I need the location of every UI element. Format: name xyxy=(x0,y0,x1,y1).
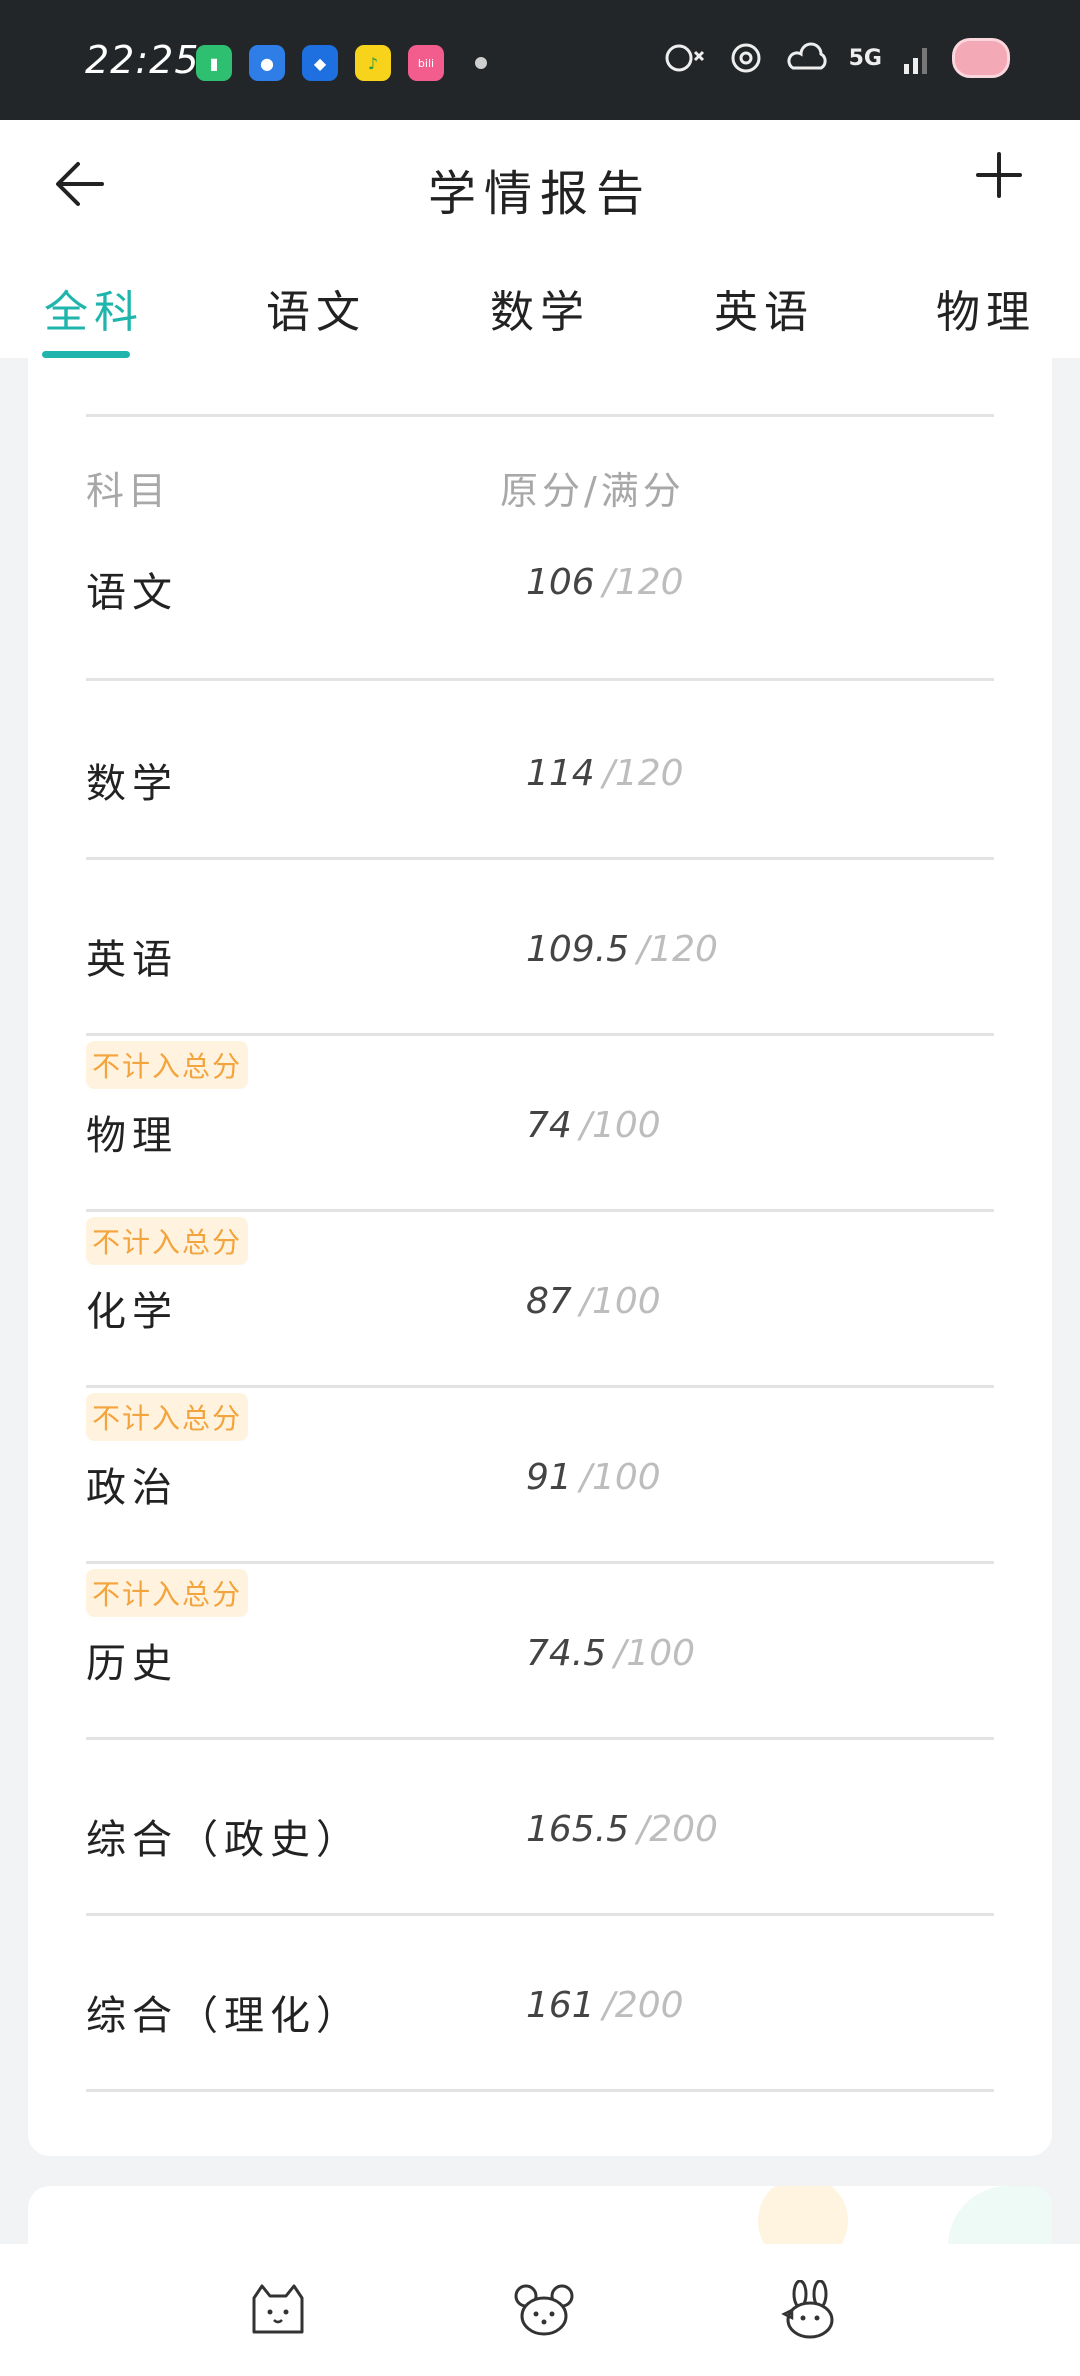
raw-score: 91 xyxy=(526,1457,572,1498)
full-score: /200 xyxy=(637,1809,718,1850)
tab-english[interactable]: 英语 xyxy=(714,276,814,340)
table-row: 语文 106/120 xyxy=(86,358,994,681)
active-tab-indicator xyxy=(42,351,130,358)
raw-score: 106 xyxy=(526,562,595,603)
mouse-face-icon[interactable] xyxy=(512,2280,576,2340)
score-value: 161/200 xyxy=(526,1985,684,2026)
raw-score: 109.5 xyxy=(526,929,630,970)
network-type: 5G xyxy=(848,45,882,71)
score-value: 91/100 xyxy=(526,1457,661,1498)
tab-math[interactable]: 数学 xyxy=(490,276,590,340)
score-value: 106/120 xyxy=(526,562,684,603)
subject-name: 政治 xyxy=(86,1465,178,1511)
full-score: /100 xyxy=(579,1281,661,1322)
full-score: /120 xyxy=(637,929,718,970)
more-notifications-dot xyxy=(475,57,487,69)
decorative-circle xyxy=(758,2186,848,2246)
bunny-face-icon[interactable] xyxy=(778,2280,842,2340)
table-row: 英语 109.5/120 xyxy=(86,857,994,1036)
battery-app-icon: ▮ xyxy=(196,45,232,81)
subject-name: 英语 xyxy=(86,937,178,983)
settings-ring-icon xyxy=(731,43,761,73)
excluded-badge: 不计入总分 xyxy=(86,1569,249,1617)
excluded-badge: 不计入总分 xyxy=(86,1041,249,1089)
full-score: /100 xyxy=(579,1105,661,1146)
score-value: 109.5/120 xyxy=(526,929,718,970)
status-bar: 22:25 ▮ ● ◆ ♪ bili 5G xyxy=(0,0,1080,120)
health-app-icon: ● xyxy=(249,45,285,81)
raw-score: 74.5 xyxy=(526,1633,607,1674)
table-row: 不计入总分 政治 91/100 xyxy=(86,1385,994,1564)
app-header: 学情报告 xyxy=(0,120,1080,247)
full-score: /100 xyxy=(579,1457,661,1498)
notification-app-icons: ▮ ● ◆ ♪ bili xyxy=(196,45,487,81)
table-row: 不计入总分 化学 87/100 xyxy=(86,1209,994,1388)
tab-physics[interactable]: 物理 xyxy=(936,276,1036,340)
subject-tabs: 全科 语文 数学 英语 物理 xyxy=(0,246,1080,358)
table-row: 不计入总分 历史 74.5/100 xyxy=(86,1561,994,1740)
decorative-shape xyxy=(948,2186,1052,2246)
full-score: /120 xyxy=(602,753,684,794)
security-app-icon: ◆ xyxy=(302,45,338,81)
table-row: 综合（理化） 161/200 xyxy=(86,1913,994,2092)
raw-score: 165.5 xyxy=(526,1809,630,1850)
table-row: 数学 114/120 xyxy=(86,681,994,860)
pig-avatar-icon xyxy=(952,38,1010,78)
raw-score: 74 xyxy=(526,1105,572,1146)
subject-name: 历史 xyxy=(86,1641,178,1687)
subject-name: 综合（政史） xyxy=(86,1817,362,1863)
status-time: 22:25 xyxy=(85,38,200,82)
table-row: 不计入总分 物理 74/100 xyxy=(86,1033,994,1212)
full-score: /120 xyxy=(602,562,684,603)
bottom-navigation xyxy=(0,2244,1080,2376)
next-card xyxy=(28,2186,1052,2246)
score-value: 74/100 xyxy=(526,1105,661,1146)
bilibili-app-icon: bili xyxy=(408,45,444,81)
signal-icon xyxy=(904,48,927,74)
system-icons: 5G xyxy=(663,38,1010,78)
subject-name: 综合（理化） xyxy=(86,1993,362,2039)
score-value: 87/100 xyxy=(526,1281,661,1322)
subject-name: 数学 xyxy=(86,761,178,807)
weather-icon xyxy=(787,42,827,70)
tab-chinese[interactable]: 语文 xyxy=(266,276,366,340)
raw-score: 87 xyxy=(526,1281,572,1322)
score-value: 165.5/200 xyxy=(526,1809,718,1850)
subject-name: 物理 xyxy=(86,1113,178,1159)
full-score: /200 xyxy=(602,1985,684,2026)
alarm-mute-icon xyxy=(665,44,704,72)
page-title: 学情报告 xyxy=(427,166,652,222)
music-app-icon: ♪ xyxy=(355,45,391,81)
table-row: 综合（政史） 165.5/200 xyxy=(86,1737,994,1916)
cat-face-icon[interactable] xyxy=(246,2280,310,2340)
excluded-badge: 不计入总分 xyxy=(86,1393,249,1441)
score-value: 114/120 xyxy=(526,753,684,794)
excluded-badge: 不计入总分 xyxy=(86,1217,249,1265)
tab-all[interactable]: 全科 xyxy=(44,276,144,340)
raw-score: 114 xyxy=(526,753,595,794)
subject-name: 语文 xyxy=(86,570,178,616)
score-value: 74.5/100 xyxy=(526,1633,695,1674)
score-card: 科目 原分/满分 语文 106/120 数学 114/120 英语 109.5/… xyxy=(28,358,1052,2156)
subject-name: 化学 xyxy=(86,1289,178,1335)
raw-score: 161 xyxy=(526,1985,595,2026)
full-score: /100 xyxy=(614,1633,695,1674)
add-plus-icon[interactable] xyxy=(974,150,1024,200)
